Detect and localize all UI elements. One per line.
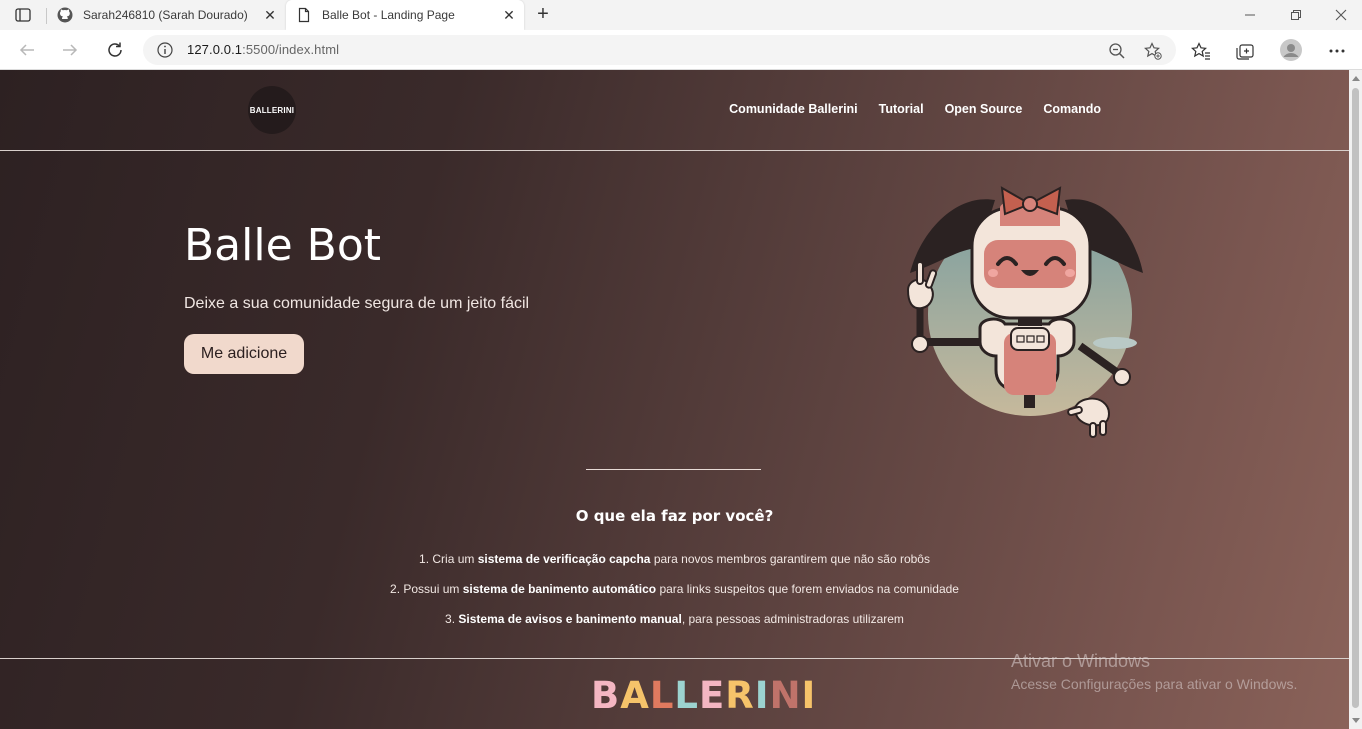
robot-illustration xyxy=(906,186,1143,438)
nav-link-comando[interactable]: Comando xyxy=(1043,102,1101,116)
add-favorite-icon[interactable] xyxy=(1144,42,1162,60)
favorites-button[interactable] xyxy=(1190,40,1212,62)
tab-actions-icon xyxy=(15,8,31,22)
feature-text: Cria um xyxy=(432,552,478,566)
scroll-down-arrow-icon[interactable] xyxy=(1352,718,1360,723)
nav-link-comunidade[interactable]: Comunidade Ballerini xyxy=(729,102,858,116)
feature-number: 3. xyxy=(445,612,456,626)
close-tab-icon[interactable]: ✕ xyxy=(263,7,277,23)
zoom-out-icon[interactable] xyxy=(1108,42,1126,60)
windows-activation-text: Acesse Configurações para ativar o Windo… xyxy=(1011,676,1298,692)
browser-toolbar: 127.0.0.1:5500/index.html xyxy=(0,30,1362,70)
windows-activation-title: Ativar o Windows xyxy=(1011,651,1151,671)
hero-title: Balle Bot xyxy=(184,220,382,271)
restore-icon xyxy=(1291,10,1301,20)
url-host: 127.0.0.1 xyxy=(187,42,243,57)
close-tab-icon[interactable]: ✕ xyxy=(502,7,516,23)
feature-item: 1. Cria um sistema de verificação capcha… xyxy=(0,552,1349,566)
tab-title: Sarah246810 (Sarah Dourado) xyxy=(83,8,248,22)
avatar-icon xyxy=(1280,39,1302,61)
favorites-icon xyxy=(1191,42,1210,60)
refresh-button[interactable] xyxy=(101,37,129,63)
feature-highlight: sistema de banimento automático xyxy=(462,582,657,596)
more-options-icon xyxy=(1329,49,1345,53)
tab-strip: Sarah246810 (Sarah Dourado) ✕ Balle Bot … xyxy=(0,0,1362,30)
tab-github[interactable]: Sarah246810 (Sarah Dourado) ✕ xyxy=(47,0,285,30)
footer-logo-letter: I xyxy=(754,674,770,717)
feature-text: para links suspeitos que forem enviados … xyxy=(656,582,959,596)
back-button[interactable] xyxy=(13,37,41,63)
features-title: O que ela faz por você? xyxy=(575,507,774,525)
forward-button[interactable] xyxy=(56,37,84,63)
forward-arrow-icon xyxy=(63,44,78,56)
scroll-up-arrow-icon[interactable] xyxy=(1352,76,1360,81)
tab-title: Balle Bot - Landing Page xyxy=(322,8,455,22)
url-text[interactable]: 127.0.0.1:5500/index.html xyxy=(187,42,339,57)
new-tab-button[interactable]: + xyxy=(531,3,555,27)
footer-logo-letter: L xyxy=(674,674,699,717)
footer-logo-letter: B xyxy=(591,674,621,717)
footer-logo-letter: R xyxy=(725,674,755,717)
close-window-button[interactable] xyxy=(1318,0,1362,30)
add-bot-button[interactable]: Me adicione xyxy=(184,334,304,374)
logo-text: BALLERINI xyxy=(249,105,295,115)
vertical-scrollbar[interactable] xyxy=(1349,70,1362,729)
url-path: :5500/index.html xyxy=(242,42,340,57)
back-arrow-icon xyxy=(19,44,34,56)
feature-highlight: sistema de verificação capcha xyxy=(477,552,651,566)
github-icon xyxy=(57,7,73,23)
footer-logo-letter: I xyxy=(801,674,817,717)
collections-button[interactable] xyxy=(1234,40,1256,62)
refresh-icon xyxy=(108,42,122,57)
restore-button[interactable] xyxy=(1273,0,1319,30)
page-icon xyxy=(298,7,310,23)
feature-number: 1. xyxy=(419,552,430,566)
feature-text: Possui um xyxy=(403,582,463,596)
main-nav: Comunidade Ballerini Tutorial Open Sourc… xyxy=(729,102,1101,116)
collections-icon xyxy=(1236,44,1254,60)
footer-logo-letter: L xyxy=(649,674,675,717)
feature-number: 2. xyxy=(390,582,401,596)
feature-highlight: Sistema de avisos e banimento manual xyxy=(458,612,682,626)
minimize-icon xyxy=(1245,14,1255,16)
profile-button[interactable] xyxy=(1279,38,1303,62)
site-header: BALLERINI Comunidade Ballerini Tutorial … xyxy=(0,70,1349,151)
minimize-button[interactable] xyxy=(1227,0,1273,30)
tab-actions-button[interactable] xyxy=(8,3,38,27)
feature-text: , para pessoas administradoras utilizare… xyxy=(681,612,904,626)
section-divider xyxy=(586,469,761,470)
close-icon xyxy=(1335,9,1347,21)
footer-logo-letter: E xyxy=(699,674,726,717)
more-options-button[interactable] xyxy=(1326,40,1348,62)
feature-item: 2. Possui um sistema de banimento automá… xyxy=(0,582,1349,596)
scrollbar-thumb[interactable] xyxy=(1352,88,1359,708)
page-viewport: BALLERINI Comunidade Ballerini Tutorial … xyxy=(0,70,1349,729)
footer-logo-letter: A xyxy=(620,674,650,717)
nav-link-tutorial[interactable]: Tutorial xyxy=(879,102,924,116)
info-icon[interactable] xyxy=(157,42,173,58)
hero-subtitle: Deixe a sua comunidade segura de um jeit… xyxy=(184,295,530,312)
feature-item: 3. Sistema de avisos e banimento manual,… xyxy=(0,612,1349,626)
address-bar[interactable]: 127.0.0.1:5500/index.html xyxy=(143,35,1176,65)
footer-logo-letter: N xyxy=(769,674,802,717)
nav-link-open-source[interactable]: Open Source xyxy=(945,102,1023,116)
footer-logo: BALLERINI xyxy=(591,674,816,717)
ballerini-logo[interactable]: BALLERINI xyxy=(248,86,296,134)
tab-balle-bot[interactable]: Balle Bot - Landing Page ✕ xyxy=(286,0,524,30)
feature-text: para novos membros garantirem que não sã… xyxy=(650,552,930,566)
